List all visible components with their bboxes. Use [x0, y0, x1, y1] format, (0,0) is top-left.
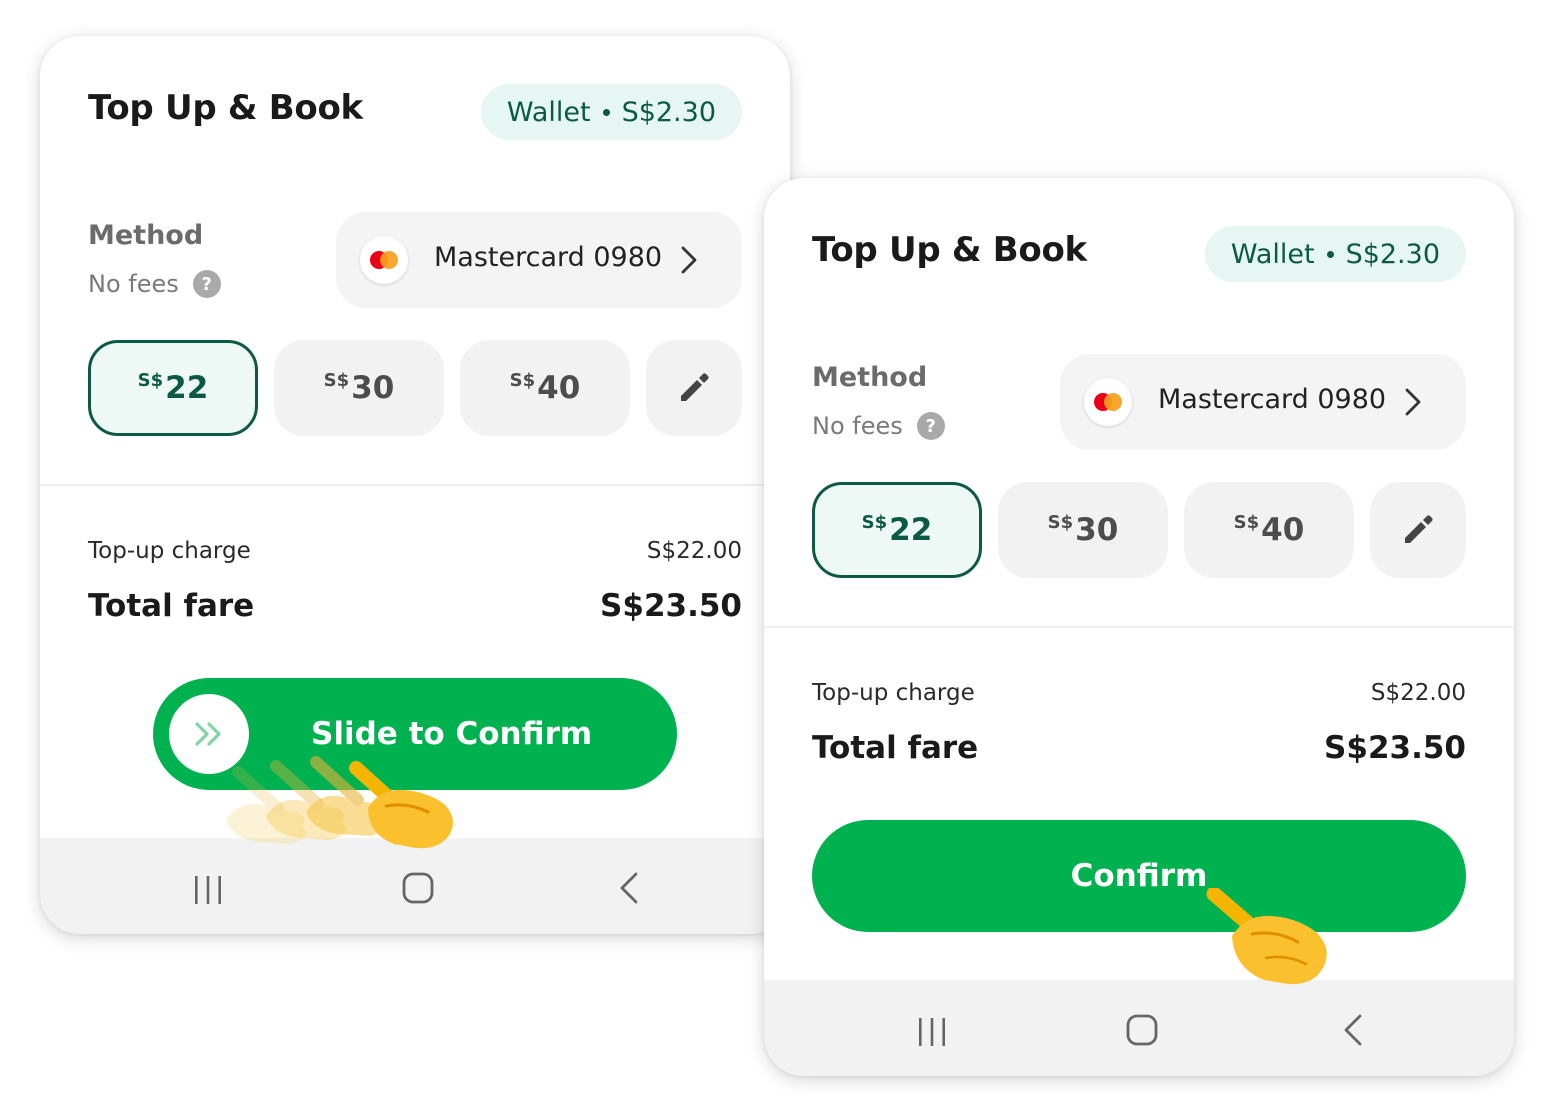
total-fare-label: Total fare	[88, 588, 255, 624]
amount-currency: S$	[137, 369, 164, 391]
payment-method-label: Mastercard 0980	[434, 242, 663, 273]
topup-charge-value: S$22.00	[646, 538, 742, 564]
method-label: Method	[88, 220, 204, 251]
total-fare-value: S$23.50	[1324, 730, 1466, 766]
amount-currency: S$	[1047, 511, 1074, 533]
confirm-button[interactable]: Confirm	[812, 820, 1466, 932]
back-icon[interactable]	[618, 871, 640, 905]
payment-method-button[interactable]: Mastercard 0980	[336, 212, 742, 308]
sheet-title: Top Up & Book	[812, 230, 1087, 270]
method-label: Method	[812, 362, 928, 393]
amount-currency: S$	[1233, 511, 1260, 533]
fees-info: No fees ?	[88, 270, 221, 298]
recents-icon[interactable]	[916, 1016, 948, 1048]
system-nav-bar	[40, 838, 790, 934]
amount-option-40[interactable]: S$ 40	[1184, 482, 1354, 578]
amount-value: 40	[537, 370, 581, 406]
amount-currency: S$	[861, 511, 888, 533]
amount-value: 40	[1261, 512, 1305, 548]
topup-charge-label: Top-up charge	[88, 538, 251, 564]
separator-dot	[602, 108, 610, 116]
amount-option-22[interactable]: S$ 22	[88, 340, 258, 436]
sheet-title: Top Up & Book	[88, 88, 363, 128]
help-icon[interactable]: ?	[192, 270, 221, 298]
amount-value: 22	[165, 370, 209, 406]
help-icon[interactable]: ?	[916, 412, 945, 440]
amount-option-30[interactable]: S$ 30	[274, 340, 444, 436]
amount-value: 30	[351, 370, 395, 406]
chevron-right-icon	[681, 246, 697, 274]
total-fare-label: Total fare	[812, 730, 979, 766]
divider	[40, 484, 790, 486]
topup-charge-value: S$22.00	[1370, 680, 1466, 706]
amount-option-30[interactable]: S$ 30	[998, 482, 1168, 578]
mastercard-icon	[1084, 378, 1132, 426]
wallet-badge: Wallet S$2.30	[1204, 226, 1466, 282]
wallet-balance: S$2.30	[1345, 238, 1440, 270]
payment-method-label: Mastercard 0980	[1158, 384, 1387, 415]
amount-currency: S$	[509, 369, 536, 391]
fees-label: No fees	[812, 412, 903, 440]
recents-icon[interactable]	[192, 874, 224, 906]
custom-amount-button[interactable]	[646, 340, 742, 436]
amount-currency: S$	[323, 369, 350, 391]
pointing-hand-icon	[226, 756, 453, 849]
pencil-icon	[681, 373, 709, 401]
system-nav-bar	[764, 980, 1514, 1076]
fees-info: No fees ?	[812, 412, 945, 440]
wallet-label: Wallet	[1230, 238, 1315, 270]
custom-amount-button[interactable]	[1370, 482, 1466, 578]
separator-dot	[1326, 250, 1334, 258]
total-fare-value: S$23.50	[600, 588, 742, 624]
topup-charge-label: Top-up charge	[812, 680, 975, 706]
home-icon[interactable]	[402, 872, 434, 904]
payment-method-button[interactable]: Mastercard 0980	[1060, 354, 1466, 450]
wallet-label: Wallet	[506, 96, 591, 128]
amount-value: 22	[889, 512, 933, 548]
amount-value: 30	[1075, 512, 1119, 548]
fees-label: No fees	[88, 270, 179, 298]
pencil-icon	[1405, 515, 1433, 543]
home-icon[interactable]	[1126, 1014, 1158, 1046]
wallet-balance: S$2.30	[621, 96, 716, 128]
top-up-sheet-confirm: Top Up & Book Wallet S$2.30 Method No fe…	[764, 178, 1514, 1076]
divider	[764, 626, 1514, 628]
amount-option-22[interactable]: S$ 22	[812, 482, 982, 578]
pointing-hand-icon	[1206, 888, 1327, 985]
mastercard-icon	[360, 236, 408, 284]
wallet-badge: Wallet S$2.30	[480, 84, 742, 140]
chevron-right-icon	[1405, 388, 1421, 416]
back-icon[interactable]	[1342, 1013, 1364, 1047]
amount-option-40[interactable]: S$ 40	[460, 340, 630, 436]
